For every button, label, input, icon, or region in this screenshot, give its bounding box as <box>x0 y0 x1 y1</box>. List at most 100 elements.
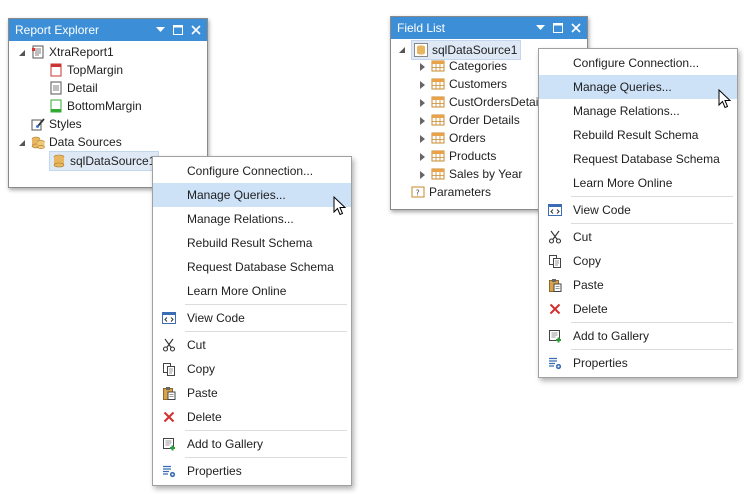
menu-item-label: Manage Relations... <box>187 212 294 226</box>
tree-node-band-label: BottomMargin <box>67 99 142 113</box>
view-code-icon <box>539 203 571 217</box>
dropdown-arrow-icon[interactable] <box>156 27 165 33</box>
menu-item-label: Learn More Online <box>187 284 287 298</box>
expand-arrow-icon[interactable] <box>417 134 427 144</box>
collapse-arrow-icon[interactable] <box>397 45 407 55</box>
tree-node-table[interactable]: Categories <box>431 57 507 75</box>
menu-item-copy[interactable]: Copy <box>153 357 351 381</box>
table-icon <box>431 95 445 109</box>
menu-item-cut[interactable]: Cut <box>153 333 351 357</box>
menu-item-request-database-schema[interactable]: Request Database Schema <box>153 255 351 279</box>
menu-item-manage-queries[interactable]: Manage Queries... <box>153 183 351 207</box>
menu-item-label: Request Database Schema <box>187 260 334 274</box>
menu-separator <box>571 349 733 350</box>
maximize-icon[interactable] <box>553 23 563 33</box>
tree-node-band[interactable]: Detail <box>49 79 98 97</box>
tree-node-sql-data-source[interactable]: sqlDataSource1 <box>49 151 160 171</box>
tree-node-table[interactable]: CustOrdersDetail <box>431 93 541 111</box>
menu-item-request-database-schema[interactable]: Request Database Schema <box>539 147 737 171</box>
tree-node-table-label: Categories <box>449 59 508 73</box>
menu-item-rebuild-result-schema[interactable]: Rebuild Result Schema <box>539 123 737 147</box>
dropdown-arrow-icon[interactable] <box>536 25 545 31</box>
menu-item-view-code[interactable]: View Code <box>539 198 737 222</box>
menu-separator <box>185 457 347 458</box>
table-icon <box>431 77 445 91</box>
report-explorer-header: Report Explorer <box>9 19 207 41</box>
tree-node-styles[interactable]: Styles <box>31 115 82 133</box>
menu-item-label: Request Database Schema <box>573 152 720 166</box>
menu-item-properties[interactable]: Properties <box>153 459 351 483</box>
menu-separator <box>185 430 347 431</box>
menu-item-rebuild-result-schema[interactable]: Rebuild Result Schema <box>153 231 351 255</box>
menu-item-learn-more-online[interactable]: Learn More Online <box>539 171 737 195</box>
database-icon <box>414 43 428 57</box>
menu-item-label: View Code <box>573 203 631 217</box>
collapse-arrow-icon[interactable] <box>17 48 27 58</box>
add-to-gallery-icon <box>153 437 185 451</box>
menu-item-properties[interactable]: Properties <box>539 351 737 375</box>
menu-item-cut[interactable]: Cut <box>539 225 737 249</box>
mouse-cursor-icon <box>333 196 347 216</box>
menu-item-label: Add to Gallery <box>573 329 650 343</box>
menu-item-manage-queries[interactable]: Manage Queries... <box>539 75 737 99</box>
menu-item-add-to-gallery[interactable]: Add to Gallery <box>539 324 737 348</box>
menu-item-label: Rebuild Result Schema <box>187 236 313 250</box>
menu-item-label: Paste <box>573 278 604 292</box>
tree-node-report[interactable]: XtraReport1 <box>31 43 114 61</box>
delete-x-icon <box>153 410 185 424</box>
tree-node-table[interactable]: Order Details <box>431 111 520 129</box>
tree-node-data-sources-label: Data Sources <box>49 135 122 149</box>
tree-node-table-label: CustOrdersDetail <box>449 95 542 109</box>
close-icon[interactable] <box>191 25 201 35</box>
tree-node-table-label: Customers <box>449 77 508 91</box>
menu-item-paste[interactable]: Paste <box>153 381 351 405</box>
tree-node-table-label: Orders <box>449 131 486 145</box>
tree-node-table[interactable]: Sales by Year <box>431 165 522 183</box>
band-icon <box>49 99 63 113</box>
menu-item-configure-connection[interactable]: Configure Connection... <box>153 159 351 183</box>
field-list-header: Field List <box>391 17 587 39</box>
tree-node-table[interactable]: Customers <box>431 75 507 93</box>
tree-node-band-label: Detail <box>67 81 98 95</box>
menu-item-configure-connection[interactable]: Configure Connection... <box>539 51 737 75</box>
menu-item-label: Rebuild Result Schema <box>573 128 699 142</box>
tree-node-report-label: XtraReport1 <box>49 45 114 59</box>
tree-node-table[interactable]: Products <box>431 147 496 165</box>
expand-arrow-icon[interactable] <box>417 80 427 90</box>
menu-item-view-code[interactable]: View Code <box>153 306 351 330</box>
menu-item-learn-more-online[interactable]: Learn More Online <box>153 279 351 303</box>
menu-item-label: Configure Connection... <box>187 164 314 178</box>
menu-item-label: Copy <box>187 362 216 376</box>
collapse-arrow-icon[interactable] <box>17 138 27 148</box>
tree-node-band[interactable]: BottomMargin <box>49 97 142 115</box>
paste-icon <box>539 278 571 292</box>
menu-item-add-to-gallery[interactable]: Add to Gallery <box>153 432 351 456</box>
field-list-title: Field List <box>397 21 446 35</box>
tree-node-parameters[interactable]: ? Parameters <box>411 183 491 201</box>
expand-arrow-icon[interactable] <box>417 98 427 108</box>
svg-text:?: ? <box>416 189 420 198</box>
tree-node-data-sources[interactable]: Data Sources <box>31 133 122 151</box>
expand-arrow-icon[interactable] <box>417 62 427 72</box>
menu-item-manage-relations[interactable]: Manage Relations... <box>539 99 737 123</box>
tree-node-styles-label: Styles <box>49 117 82 131</box>
tree-node-table[interactable]: Orders <box>431 129 486 147</box>
menu-item-paste[interactable]: Paste <box>539 273 737 297</box>
menu-item-delete[interactable]: Delete <box>539 297 737 321</box>
menu-item-manage-relations[interactable]: Manage Relations... <box>153 207 351 231</box>
expand-arrow-icon[interactable] <box>417 170 427 180</box>
add-to-gallery-icon <box>539 329 571 343</box>
expand-arrow-icon[interactable] <box>417 152 427 162</box>
tree-node-band[interactable]: TopMargin <box>49 61 123 79</box>
close-icon[interactable] <box>571 23 581 33</box>
table-icon <box>431 131 445 145</box>
expand-arrow-icon[interactable] <box>417 116 427 126</box>
maximize-icon[interactable] <box>173 25 183 35</box>
scissors-icon <box>153 338 185 352</box>
menu-item-label: Configure Connection... <box>573 56 700 70</box>
copy-icon <box>539 254 571 268</box>
menu-item-delete[interactable]: Delete <box>153 405 351 429</box>
tree-node-table-label: Products <box>449 149 497 163</box>
menu-item-copy[interactable]: Copy <box>539 249 737 273</box>
menu-item-label: Cut <box>187 338 206 352</box>
